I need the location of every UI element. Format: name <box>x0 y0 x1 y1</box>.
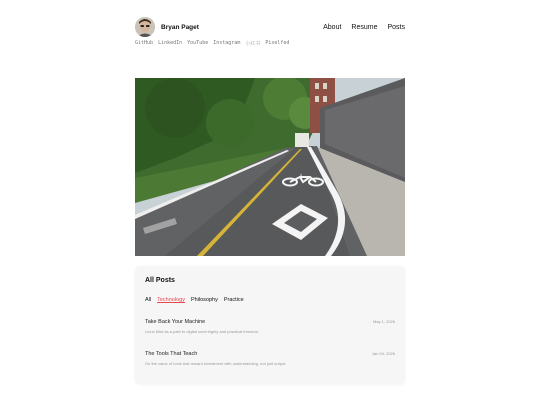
avatar-photo-icon <box>135 17 155 37</box>
nav-posts-link[interactable]: Posts <box>387 24 405 31</box>
hero-photo <box>135 78 405 256</box>
main-nav: About Resume Posts <box>323 24 405 31</box>
pixelfed-link[interactable]: Pixelfed <box>265 40 289 47</box>
youtube-link[interactable]: YouTube <box>187 40 208 47</box>
bike-lane-photo <box>135 78 405 256</box>
nav-resume-link[interactable]: Resume <box>351 24 377 31</box>
brand[interactable]: Bryan Paget <box>135 17 199 37</box>
post-description: On the value of tools that reward invest… <box>145 361 287 366</box>
filter-philosophy[interactable]: Philosophy <box>191 297 218 303</box>
instagram-link[interactable]: Instagram <box>213 40 240 47</box>
category-filters: All Technology Philosophy Practice <box>145 297 244 303</box>
page: Bryan Paget About Resume Posts GitHub Li… <box>0 0 540 405</box>
social-links: GitHub LinkedIn YouTube Instagram 小红书 Pi… <box>135 40 289 47</box>
post-title[interactable]: Take Back Your Machine <box>145 319 205 325</box>
all-posts-heading: All Posts <box>145 277 175 284</box>
post-item[interactable]: The Tools That Teach Jan 04, 2026 On the… <box>145 351 395 366</box>
post-item[interactable]: Take Back Your Machine May 1, 2026 Linux… <box>145 319 395 334</box>
site-header: Bryan Paget About Resume Posts <box>135 16 405 38</box>
xiaohongshu-link[interactable]: 小红书 <box>245 40 260 47</box>
avatar <box>135 17 155 37</box>
post-date: Jan 04, 2026 <box>371 351 395 356</box>
filter-practice[interactable]: Practice <box>224 297 244 303</box>
github-link[interactable]: GitHub <box>135 40 153 47</box>
filter-technology[interactable]: Technology <box>157 297 185 303</box>
nav-about-link[interactable]: About <box>323 24 341 31</box>
linkedin-link[interactable]: LinkedIn <box>158 40 182 47</box>
post-date: May 1, 2026 <box>372 319 395 324</box>
site-name: Bryan Paget <box>161 23 199 31</box>
post-title[interactable]: The Tools That Teach <box>145 351 197 357</box>
all-posts-card: All Posts All Technology Philosophy Prac… <box>135 266 405 384</box>
filter-all[interactable]: All <box>145 297 151 303</box>
post-description: Linux Mint as a path to digital sovereig… <box>145 329 260 334</box>
